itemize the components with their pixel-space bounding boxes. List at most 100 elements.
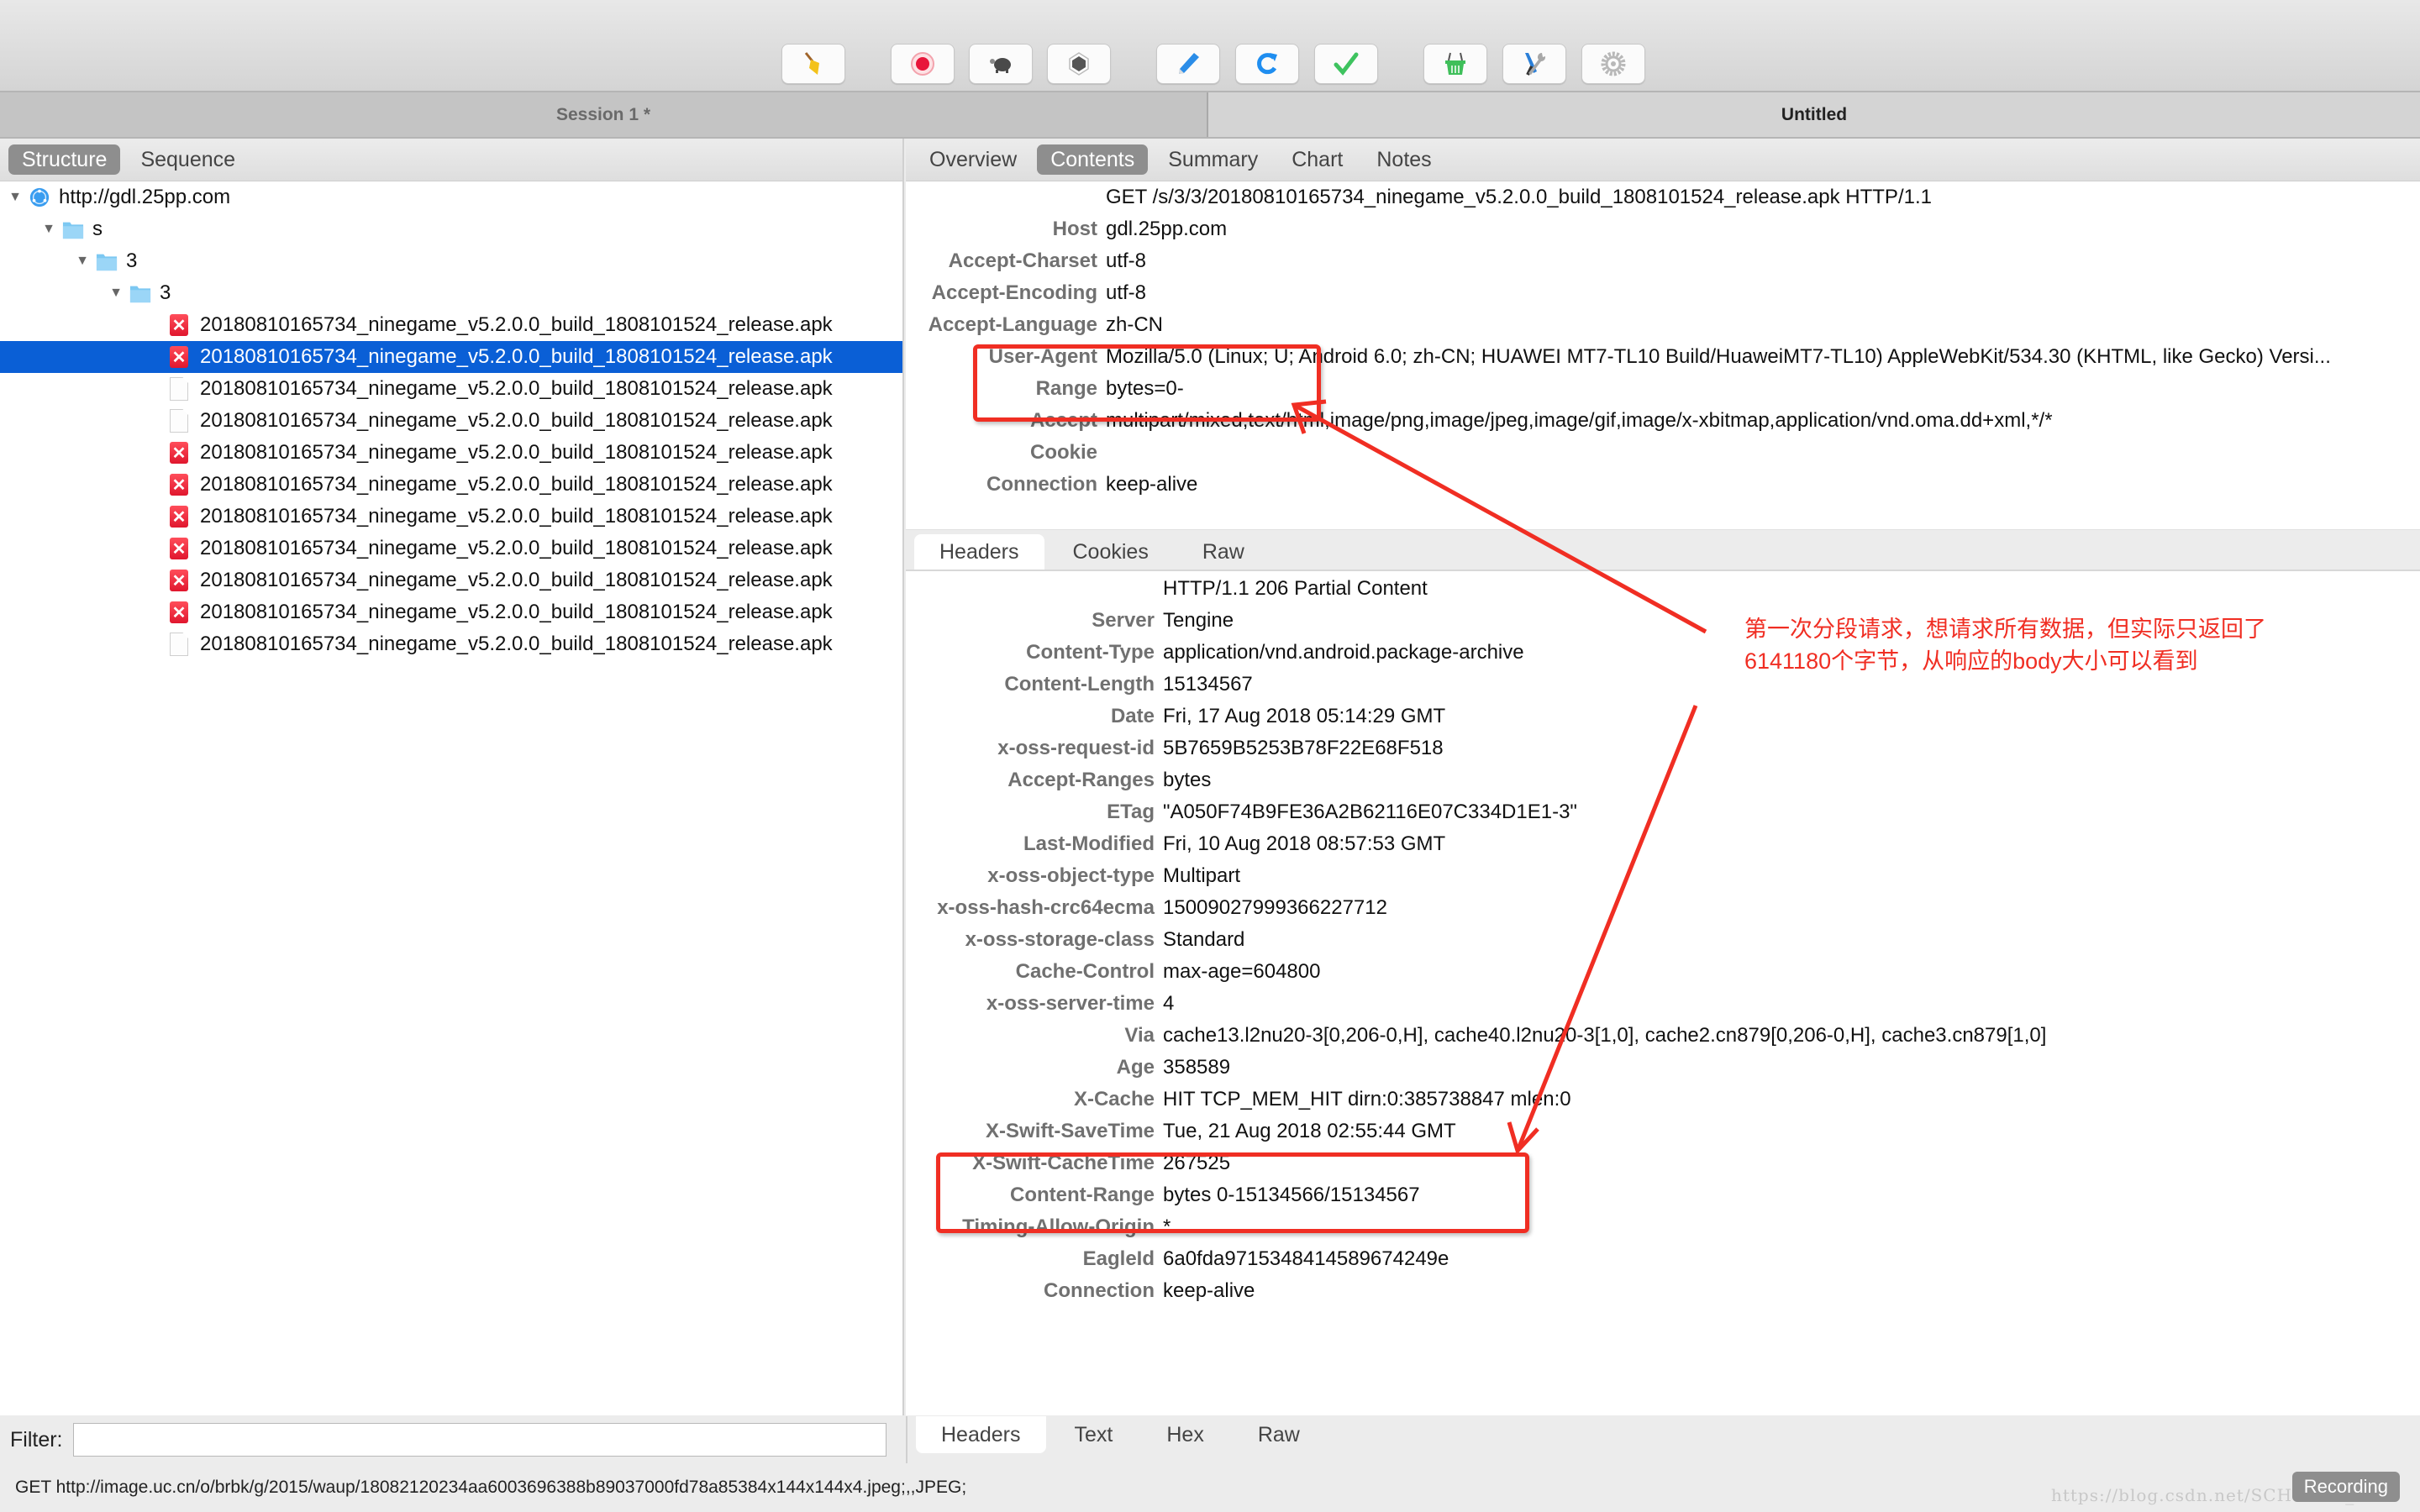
tab-sequence[interactable]: Sequence — [127, 144, 249, 175]
disclosure-triangle-icon[interactable]: ▼ — [108, 286, 124, 301]
header-value: Tengine — [1163, 609, 1234, 632]
tab-structure[interactable]: Structure — [8, 144, 121, 175]
wrench-screwdriver-icon — [1525, 53, 1546, 76]
tree-folder[interactable]: ▼ 3 — [0, 245, 902, 277]
session-tab-untitled[interactable]: Untitled — [1208, 92, 2420, 137]
tree-host[interactable]: ▼ http://gdl.25pp.com — [0, 181, 902, 213]
broom-icon — [804, 52, 819, 75]
folder-label: 3 — [160, 281, 171, 304]
tree-file-row[interactable]: 20180810165734_ninegame_v5.2.0.0_build_1… — [0, 405, 902, 437]
file-name: 20180810165734_ninegame_v5.2.0.0_build_1… — [200, 441, 833, 464]
header-name: x-oss-storage-class — [965, 928, 1155, 951]
header-name: Content-Length — [1004, 673, 1155, 696]
header-row: Accept-Charset utf-8 — [906, 245, 2420, 277]
tree-file-row[interactable]: ✕ 20180810165734_ninegame_v5.2.0.0_build_… — [0, 309, 902, 341]
session-tab-1[interactable]: Session 1 * — [0, 92, 1208, 137]
host-label: http://gdl.25pp.com — [59, 186, 231, 208]
record-button[interactable] — [891, 44, 955, 84]
request-line-row: GET /s/3/3/20180810165734_ninegame_v5.2.… — [906, 181, 2420, 213]
folder-icon — [62, 218, 84, 240]
tab-chart[interactable]: Chart — [1278, 144, 1356, 175]
record-icon — [911, 52, 934, 76]
subtab-text[interactable]: Text — [1050, 1416, 1139, 1453]
tree-folder[interactable]: ▼ 3 — [0, 277, 902, 309]
header-name: X-Swift-SaveTime — [986, 1120, 1155, 1142]
settings-button[interactable] — [1502, 44, 1566, 84]
subtab-raw[interactable]: Raw — [1177, 534, 1270, 570]
recording-badge[interactable]: Recording — [2291, 1472, 2400, 1502]
response-subtabbar: Headers Text Hex Raw — [906, 1416, 2420, 1463]
error-icon: ✕ — [170, 346, 188, 368]
subtab-headers[interactable]: Headers — [916, 1416, 1046, 1453]
header-row: x-oss-object-type Multipart — [906, 860, 2420, 892]
header-name: Accept-Charset — [948, 249, 1097, 272]
turtle-icon — [990, 58, 1011, 73]
tree-folder[interactable]: ▼ s — [0, 213, 902, 245]
header-value: 15009027999366227712 — [1163, 896, 1387, 919]
subtab-headers[interactable]: Headers — [914, 534, 1044, 570]
tree-file-row[interactable]: 20180810165734_ninegame_v5.2.0.0_build_1… — [0, 628, 902, 660]
header-name: Accept-Language — [928, 313, 1097, 336]
header-row: Age 358589 — [906, 1052, 2420, 1084]
error-icon: ✕ — [170, 538, 188, 559]
header-row: Host gdl.25pp.com — [906, 213, 2420, 245]
header-row: Date Fri, 17 Aug 2018 05:14:29 GMT — [906, 701, 2420, 732]
tree-file-row[interactable]: ✕ 20180810165734_ninegame_v5.2.0.0_build_… — [0, 341, 902, 373]
tree-file-row[interactable]: 20180810165734_ninegame_v5.2.0.0_build_1… — [0, 373, 902, 405]
error-icon: ✕ — [170, 442, 188, 464]
tab-overview[interactable]: Overview — [916, 144, 1030, 175]
folder-icon — [129, 282, 151, 304]
tree-file-row[interactable]: ✕ 20180810165734_ninegame_v5.2.0.0_build_… — [0, 501, 902, 533]
header-row: x-oss-request-id 5B7659B5253B78F22E68F518 — [906, 732, 2420, 764]
header-row: x-oss-hash-crc64ecma 15009027999366227712 — [906, 892, 2420, 924]
error-icon: ✕ — [170, 570, 188, 591]
folder-label: s — [92, 218, 103, 240]
pen-icon — [1179, 53, 1199, 74]
header-value: cache13.l2nu20-3[0,206-0,H], cache40.l2n… — [1163, 1024, 2047, 1047]
edit-button[interactable] — [1156, 44, 1220, 84]
disclosure-triangle-icon[interactable]: ▼ — [40, 222, 57, 237]
header-row: EagleId 6a0fda9715348414589674249e — [906, 1243, 2420, 1275]
stop-icon — [1069, 52, 1089, 76]
header-value: "A050F74B9FE36A2B62116E07C334D1E1-3" — [1163, 801, 1577, 823]
header-row: Last-Modified Fri, 10 Aug 2018 08:57:53 G… — [906, 828, 2420, 860]
header-value: Multipart — [1163, 864, 1241, 887]
header-name: Accept-Encoding — [931, 281, 1097, 304]
subtab-raw[interactable]: Raw — [1233, 1416, 1325, 1453]
tree-file-row[interactable]: ✕ 20180810165734_ninegame_v5.2.0.0_build_… — [0, 533, 902, 564]
tree-file-row[interactable]: ✕ 20180810165734_ninegame_v5.2.0.0_build_… — [0, 469, 902, 501]
tools-button[interactable] — [1423, 44, 1487, 84]
tab-notes[interactable]: Notes — [1363, 144, 1444, 175]
filter-input[interactable] — [72, 1423, 886, 1457]
disclosure-triangle-icon[interactable]: ▼ — [7, 190, 24, 205]
header-name: X-Cache — [1073, 1088, 1155, 1110]
globe-icon — [29, 186, 50, 208]
header-row: x-oss-storage-class Standard — [906, 924, 2420, 956]
check-icon — [1334, 52, 1359, 76]
error-icon: ✕ — [170, 506, 188, 528]
header-name: x-oss-request-id — [997, 737, 1155, 759]
session-bar: Session 1 * Untitled — [0, 92, 2420, 139]
tree-file-row[interactable]: ✕ 20180810165734_ninegame_v5.2.0.0_build_… — [0, 437, 902, 469]
preferences-button[interactable] — [1581, 44, 1645, 84]
tab-summary[interactable]: Summary — [1155, 144, 1271, 175]
subtab-cookies[interactable]: Cookies — [1048, 534, 1174, 570]
header-name: Server — [1092, 609, 1155, 632]
annotation-box-content-range — [936, 1152, 1529, 1233]
repeat-button[interactable] — [1235, 44, 1299, 84]
header-name: ETag — [1107, 801, 1155, 823]
header-row: X-Cache HIT TCP_MEM_HIT dirn:0:385738847 … — [906, 1084, 2420, 1116]
breakpoints-button[interactable] — [1047, 44, 1111, 84]
clear-button[interactable] — [781, 44, 845, 84]
tree-file-row[interactable]: ✕ 20180810165734_ninegame_v5.2.0.0_build_… — [0, 564, 902, 596]
header-row: Accept-Ranges bytes — [906, 764, 2420, 796]
disclosure-triangle-icon[interactable]: ▼ — [74, 254, 91, 269]
tree-file-row[interactable]: ✕ 20180810165734_ninegame_v5.2.0.0_build_… — [0, 596, 902, 628]
header-value: HIT TCP_MEM_HIT dirn:0:385738847 mlen:0 — [1163, 1088, 1571, 1110]
throttle-button[interactable] — [969, 44, 1033, 84]
header-name: Accept-Ranges — [1007, 769, 1155, 791]
header-name: x-oss-hash-crc64ecma — [937, 896, 1155, 919]
validate-button[interactable] — [1314, 44, 1378, 84]
tab-contents[interactable]: Contents — [1037, 144, 1149, 175]
subtab-hex[interactable]: Hex — [1141, 1416, 1228, 1453]
